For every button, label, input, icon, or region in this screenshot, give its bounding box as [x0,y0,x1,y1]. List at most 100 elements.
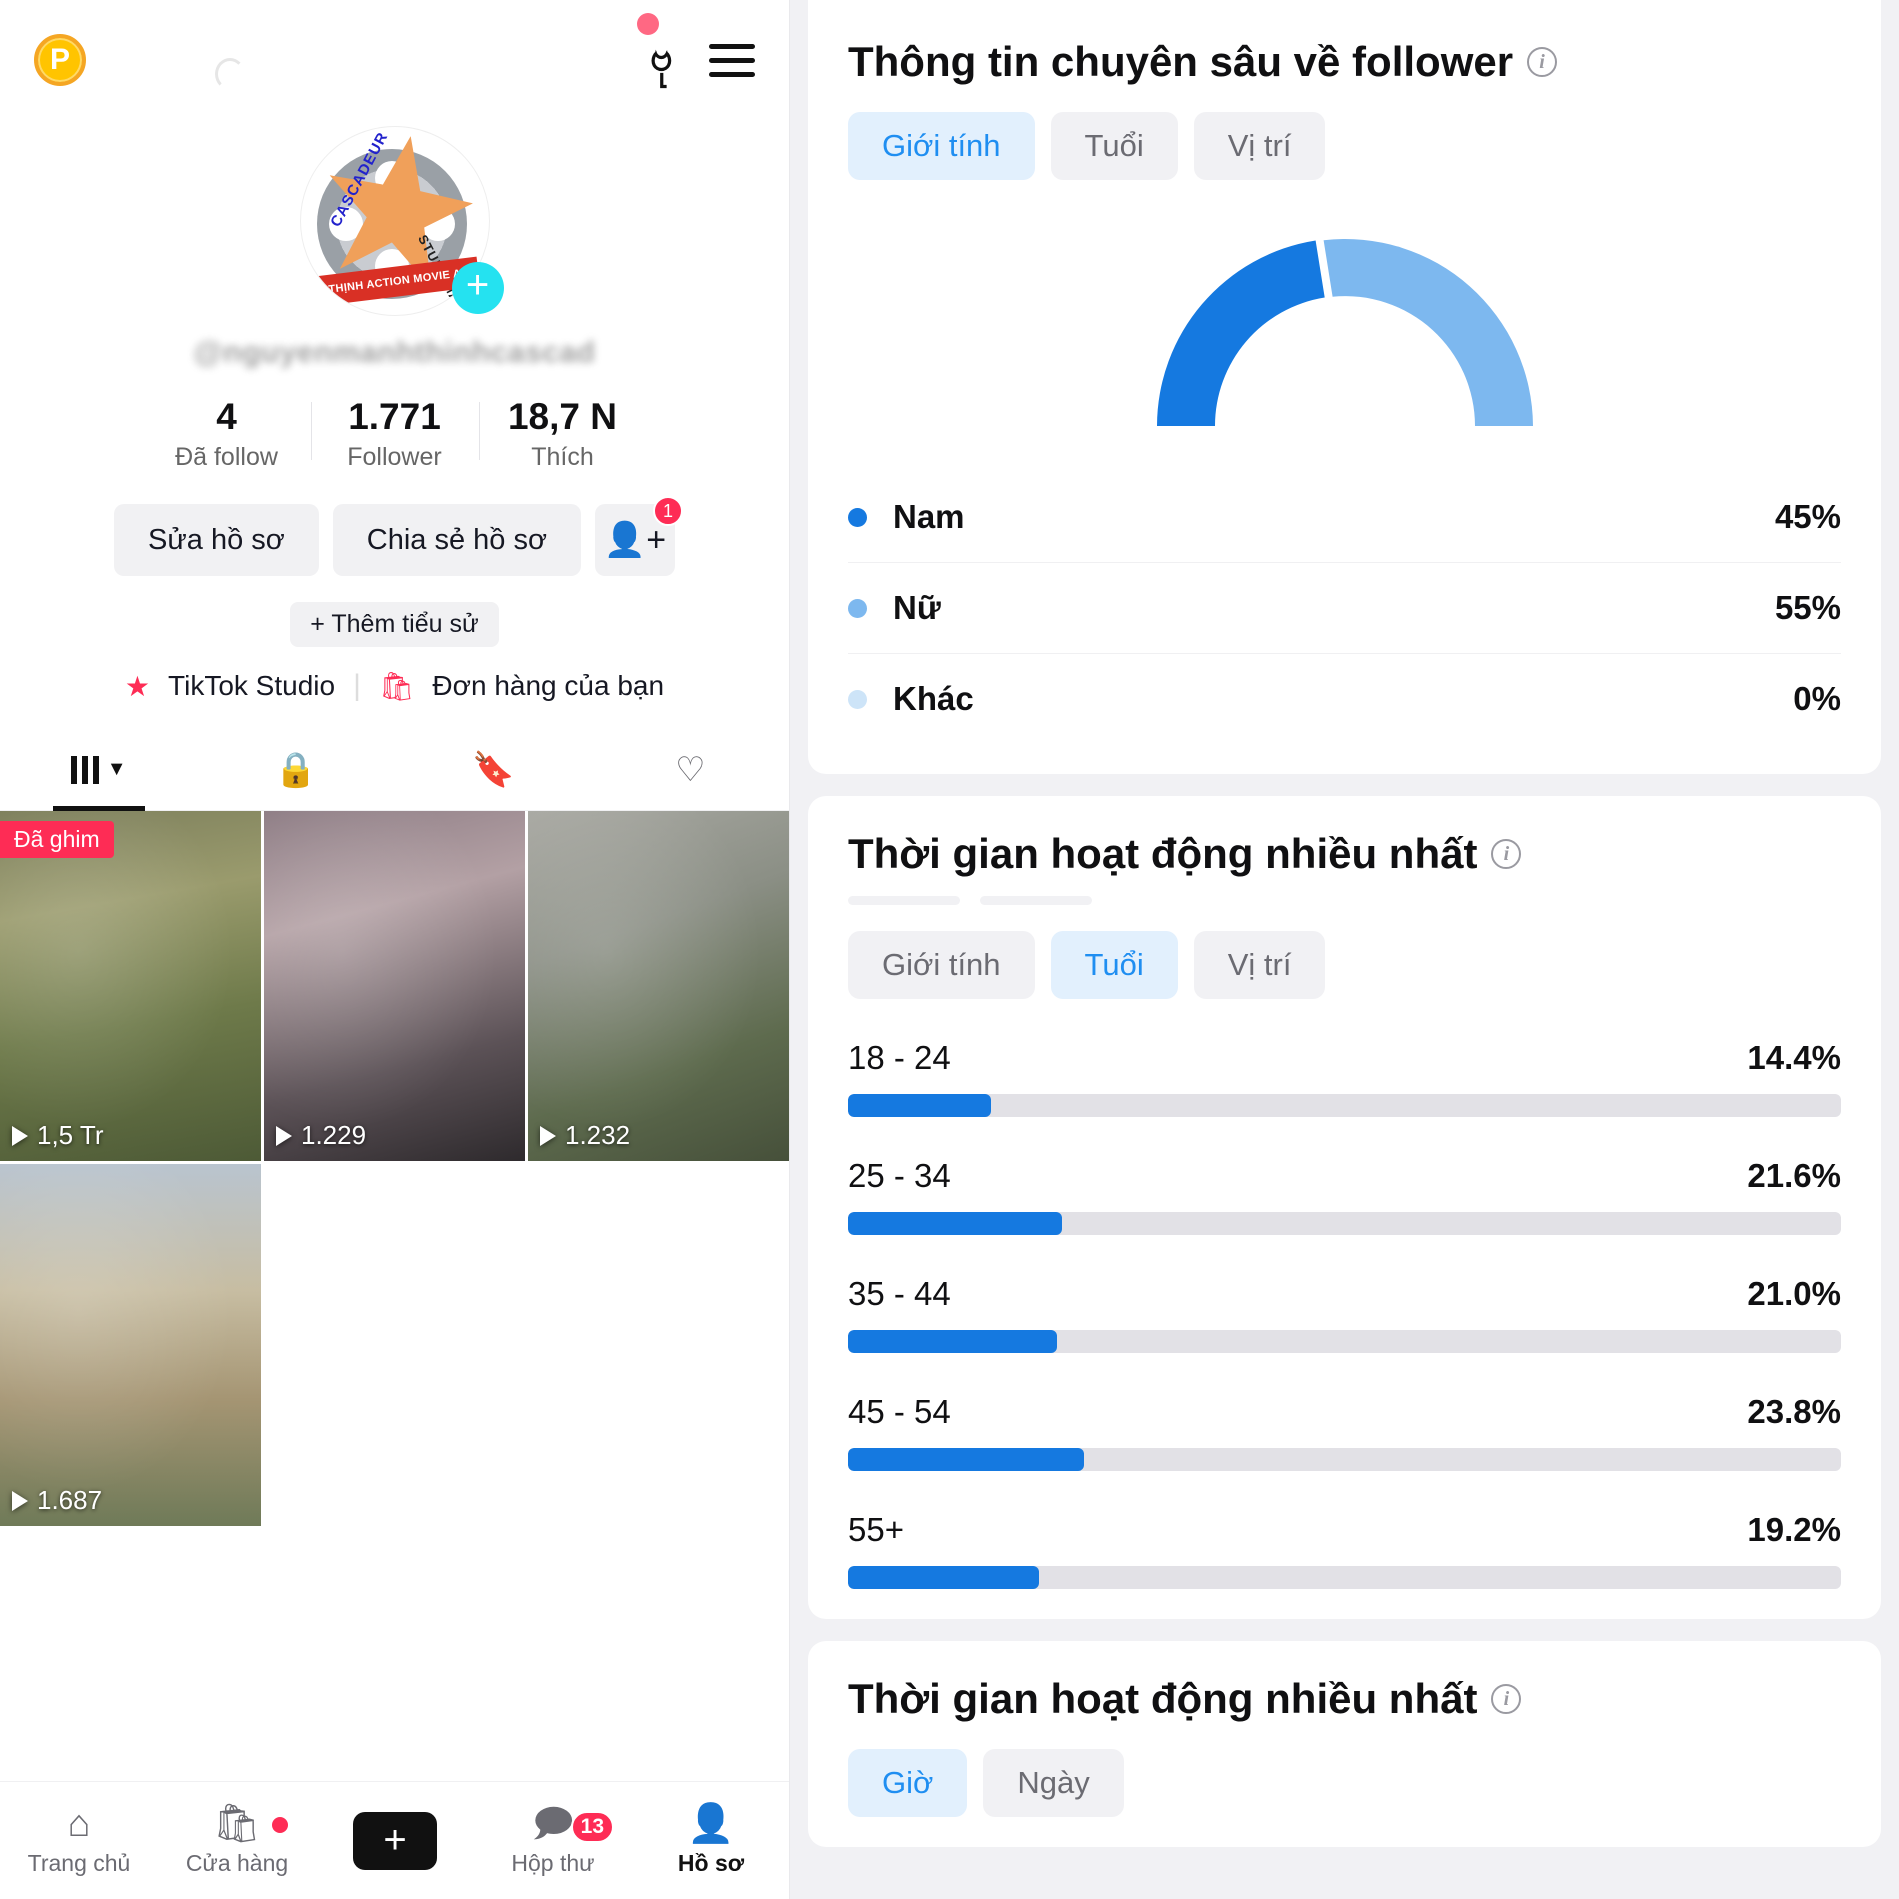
tiktok-studio-link[interactable]: TikTok Studio [168,670,335,702]
legend-value-male: 45% [1774,498,1841,535]
age-percent: 21.6% [1747,1157,1841,1194]
add-avatar-icon[interactable]: + [451,262,504,314]
play-count-text: 1.232 [565,1120,631,1150]
nav-item-home[interactable]: ⌂ Trang chủ [0,1805,158,1877]
inbox-badge: 13 [570,1810,614,1843]
person-star-icon: ★ [124,670,151,702]
inbox-message-icon: 🗩 [531,1802,575,1845]
add-bio-button[interactable]: + Thêm tiểu sử [290,602,499,647]
nav-item-shop[interactable]: 🛍 Cửa hàng [158,1805,316,1877]
shopping-bag-check-icon: 🛍 [378,670,415,702]
bar-track [848,1566,1841,1589]
repost-off-icon: 🔖 [471,750,515,789]
shop-bag-icon: 🛍 [212,1802,262,1845]
stat-following-value: 4 [216,396,237,437]
age-label: 25 - 34 [848,1157,951,1194]
video-play-count: 1,5 Tr [12,1120,103,1151]
nav-item-inbox[interactable]: 13 🗩 Hộp thư [474,1805,632,1877]
section-title: Thời gian hoạt động nhiều nhất [848,1675,1478,1722]
legend-label-other: Khác [893,680,974,717]
video-play-count: 1.687 [12,1485,102,1516]
play-count-text: 1,5 Tr [37,1120,104,1150]
age-percent: 14.4% [1747,1039,1841,1076]
play-icon [12,1490,28,1511]
tab-liked[interactable]: ♡ [592,729,789,810]
nav-item-create[interactable]: + [316,1811,474,1870]
bar-track [848,1330,1841,1353]
info-icon[interactable]: i [1491,839,1522,869]
info-icon[interactable]: i [1527,47,1558,77]
activity-time-card: Thời gian hoạt động nhiều nhất i Giờ Ngà… [808,1641,1881,1847]
bar-track [848,1094,1841,1117]
tab-age[interactable]: Tuổi [1050,931,1178,999]
video-thumbnail[interactable]: Đã ghim 1,5 Tr [0,811,261,1161]
tab-day[interactable]: Ngày [983,1749,1124,1817]
age-bar-18-24: 18 - 24 14.4% [848,1039,1841,1117]
tab-videos[interactable]: ▼ [0,729,197,810]
legend-dot-other [848,689,867,709]
activity-age-tabs: Giới tính Tuổi Vị trí [848,931,1841,999]
tab-hour[interactable]: Giờ [848,1749,968,1817]
gender-legend: Nam 45% Nữ 55% Khác 0% [848,472,1841,744]
activity-time-title-row: Thời gian hoạt động nhiều nhất i [848,1675,1841,1723]
add-friend-badge: 1 [653,496,683,526]
coin-icon[interactable]: P [34,34,86,86]
tab-private[interactable]: 🔒 [197,729,394,810]
bar-fill [848,1566,1039,1589]
hamburger-menu-icon[interactable] [709,43,755,77]
legend-label-female: Nữ [893,589,941,626]
shop-notification-dot [272,1816,288,1833]
nav-label-home: Trang chủ [27,1849,131,1876]
profile-content-tabs: ▼ 🔒 🔖 ♡ [0,729,789,811]
tab-location[interactable]: Vị trí [1193,112,1326,180]
tab-gender[interactable]: Giới tính [848,931,1035,999]
app-screen: P ဗု CASCADEUR STUNT MAN C THỊNH ACTION … [0,0,1899,1899]
ghost-tab-indicators [848,896,1841,905]
video-thumbnail[interactable]: 1.687 [0,1164,261,1526]
tab-gender[interactable]: Giới tính [848,112,1035,180]
nav-label-shop: Cửa hàng [185,1849,289,1876]
info-icon[interactable]: i [1491,1684,1522,1714]
search-icon[interactable] [215,58,245,90]
follower-insights-title-row: Thông tin chuyên sâu về follower i [848,38,1841,86]
age-label: 55+ [848,1511,904,1548]
lock-icon: 🔒 [274,750,318,789]
bar-fill [848,1448,1085,1471]
age-label: 35 - 44 [848,1275,951,1312]
stat-following-label: Đã follow [175,443,278,471]
nav-label-profile: Hồ sơ [677,1849,745,1876]
profile-stats: 4 Đã follow 1.771 Follower 18,7 N Thích [0,396,789,472]
gauge-slice-male [1156,240,1325,426]
stat-likes[interactable]: 18,7 N Thích [478,396,647,472]
tab-location[interactable]: Vị trí [1193,931,1326,999]
avatar[interactable]: CASCADEUR STUNT MAN C THỊNH ACTION MOVIE… [299,126,504,316]
stat-following[interactable]: 4 Đã follow [143,396,311,472]
bars-icon [70,755,99,784]
nav-item-profile[interactable]: 👤 Hồ sơ [632,1802,789,1877]
stat-likes-label: Thích [531,443,594,471]
tiktok-profile-pane: P ဗု CASCADEUR STUNT MAN C THỊNH ACTION … [0,0,790,1899]
footprints-icon[interactable]: ဗု [650,31,673,90]
stat-followers[interactable]: 1.771 Follower [310,396,479,472]
video-thumbnail[interactable]: 1.232 [528,811,789,1161]
bottom-navigation: ⌂ Trang chủ 🛍 Cửa hàng + 13 🗩 Hộp thư 👤 … [0,1781,789,1899]
notification-dot [637,12,660,35]
create-plus-icon[interactable]: + [345,1811,445,1870]
video-thumbnail[interactable]: 1.229 [264,811,525,1161]
tab-reposts[interactable]: 🔖 [395,729,592,810]
stat-followers-label: Follower [347,443,442,471]
activity-age-title-row: Thời gian hoạt động nhiều nhất i [848,830,1841,878]
bar-fill [848,1094,991,1117]
tab-age[interactable]: Tuổi [1050,112,1178,180]
profile-person-icon: 👤 [687,1802,735,1845]
follower-insights-tabs: Giới tính Tuổi Vị trí [848,112,1841,180]
analytics-pane: Thông tin chuyên sâu về follower i Giới … [790,0,1899,1899]
edit-profile-button[interactable]: Sửa hồ sơ [114,504,319,576]
heart-icon: ♡ [675,750,706,789]
add-friend-button[interactable]: 👤+ 1 [595,496,683,576]
play-icon [12,1125,28,1146]
pinned-badge: Đã ghim [0,821,114,858]
share-profile-button[interactable]: Chia sẻ hồ sơ [332,504,581,576]
header-right-group: ဗု [637,12,755,90]
your-orders-link[interactable]: Đơn hàng của bạn [432,670,664,702]
